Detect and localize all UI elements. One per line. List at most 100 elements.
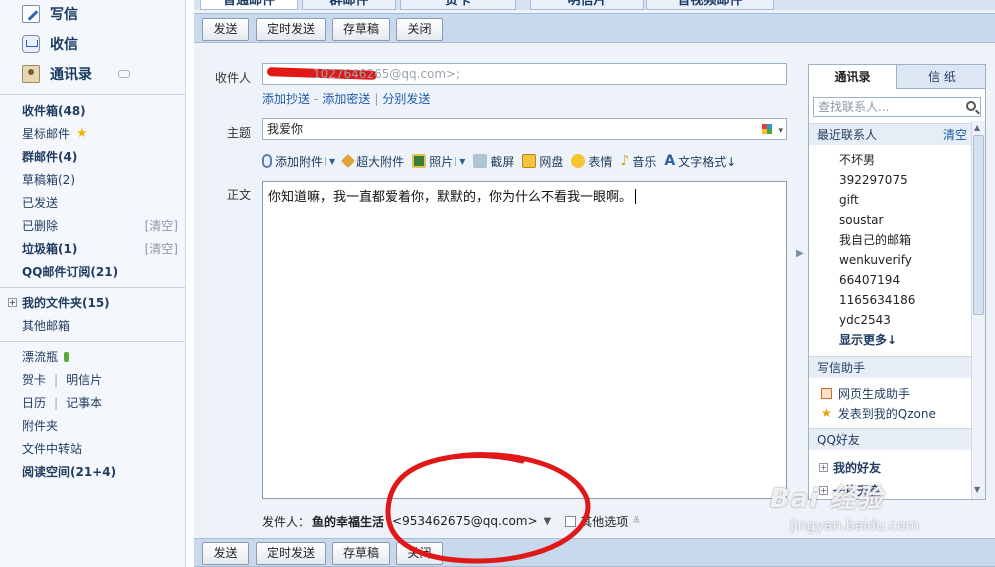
add-bcc-link[interactable]: 添加密送	[322, 92, 370, 106]
sender-email-select[interactable]: <953462675@qq.com>	[392, 514, 538, 528]
scheduled-send-button-bottom[interactable]: 定时发送	[256, 542, 326, 565]
drift-bottle[interactable]: 漂流瓶	[22, 347, 182, 367]
save-draft-button-bottom[interactable]: 存草稿	[332, 542, 390, 565]
separator: |	[54, 373, 59, 387]
color-palette-icon[interactable]	[762, 124, 772, 134]
clear-recent-link[interactable]: 清空	[943, 124, 967, 146]
chevron-down-icon[interactable]: ▾	[778, 121, 783, 141]
star-icon: ★	[821, 406, 832, 420]
text-format-icon: A	[664, 153, 676, 169]
save-draft-button[interactable]: 存草稿	[332, 18, 390, 41]
folder-starred[interactable]: 星标邮件 ★	[22, 124, 182, 144]
folder-inbox[interactable]: 收件箱(48)	[22, 101, 182, 121]
tab-letterhead[interactable]: 信 纸	[897, 65, 985, 89]
recent-contacts-header: 最近联系人 清空	[809, 123, 973, 145]
friend-group-label: 我的好友	[833, 460, 882, 475]
address-book-button[interactable]: 通讯录	[22, 63, 130, 85]
send-button-bottom[interactable]: 发送	[202, 542, 249, 565]
tab-postcard[interactable]: 明信片	[530, 0, 644, 10]
toggle-panel-arrow-icon[interactable]: ▶	[796, 248, 804, 259]
contact-item[interactable]: gift	[839, 190, 859, 210]
contact-item[interactable]: soustar	[839, 210, 883, 230]
contact-item[interactable]: ydc2543	[839, 310, 891, 330]
tab-greeting-card[interactable]: 贺卡	[400, 0, 516, 10]
qzone-publish-link[interactable]: ★ 发表到我的Qzone	[821, 403, 936, 423]
top-toolbar: 发送 定时发送 存草稿 关闭	[194, 13, 995, 43]
contacts-scrollbar[interactable]: ▲ ▼	[971, 121, 985, 499]
close-button-bottom[interactable]: 关闭	[396, 542, 443, 565]
text-format-button[interactable]: A 文字格式↓	[664, 153, 736, 170]
contact-item[interactable]: wenkuverify	[839, 250, 912, 270]
scissors-icon	[473, 154, 488, 168]
tab-contacts[interactable]: 通讯录	[809, 65, 897, 89]
tab-av-mail[interactable]: 音视频邮件	[646, 0, 774, 10]
reading-space-label: 阅读空间(21+4)	[22, 465, 117, 479]
send-button[interactable]: 发送	[202, 18, 249, 41]
large-attachment-button[interactable]: 超大附件	[341, 153, 404, 170]
friend-group[interactable]: + 我的好友	[819, 457, 881, 477]
photo-button[interactable]: 照片 ▼	[412, 153, 465, 170]
attachments-folder[interactable]: 附件夹	[22, 416, 182, 436]
receive-mail-button[interactable]: 收信	[22, 33, 78, 55]
subject-input[interactable]: 我爱你 ▾	[262, 118, 787, 140]
paperclip-icon	[262, 154, 272, 168]
expand-icon[interactable]: +	[819, 462, 828, 472]
screenshot-button[interactable]: 截屏	[473, 153, 514, 170]
add-attachment-button[interactable]: 添加附件 ▼	[262, 153, 335, 170]
tab-group-mail[interactable]: 群邮件	[302, 0, 396, 10]
double-chevron-down-icon[interactable]: ≚	[632, 516, 640, 527]
scrollbar-thumb[interactable]	[973, 135, 984, 315]
reading-space[interactable]: 阅读空间(21+4)	[22, 462, 182, 482]
contact-card-icon	[22, 65, 40, 83]
music-button[interactable]: ♪ 音乐	[620, 153, 656, 170]
expand-icon[interactable]: +	[8, 298, 17, 307]
chat-bubble-icon[interactable]	[118, 70, 130, 78]
other-mailbox[interactable]: 其他邮箱	[22, 316, 182, 336]
calendar-link[interactable]: 日历	[22, 393, 46, 413]
recent-title: 最近联系人	[817, 128, 878, 142]
tab-normal-mail[interactable]: 普通邮件	[200, 0, 298, 10]
message-body-editor[interactable]: 你知道嘛，我一直都爱着你，默默的，你为什么不看我一眼啊。	[262, 181, 787, 499]
chevron-down-icon[interactable]: ▼	[455, 156, 465, 166]
write-mail-button[interactable]: 写信	[22, 3, 78, 25]
separator: |	[374, 92, 379, 106]
clear-spam-link[interactable]: [清空]	[145, 239, 178, 259]
file-transfer[interactable]: 文件中转站	[22, 439, 182, 459]
my-folders[interactable]: + 我的文件夹(15)	[8, 293, 182, 313]
contact-item[interactable]: 1165634186	[839, 290, 915, 310]
contact-item[interactable]: 66407194	[839, 270, 900, 290]
folder-sent[interactable]: 已发送	[22, 193, 182, 213]
folder-drafts[interactable]: 草稿箱(2)	[22, 170, 182, 190]
notebook-link[interactable]: 记事本	[66, 393, 102, 413]
greeting-card-link[interactable]: 贺卡	[22, 370, 46, 390]
contact-item[interactable]: 不坏男	[839, 150, 875, 170]
show-more-link[interactable]: 显示更多↓	[839, 330, 897, 350]
contact-item[interactable]: 392297075	[839, 170, 908, 190]
other-options-label[interactable]: 其他选项	[580, 513, 628, 530]
search-icon[interactable]	[966, 101, 976, 111]
web-page-helper-link[interactable]: 网页生成助手	[821, 383, 910, 403]
pencil-icon	[22, 5, 40, 23]
separate-send-link[interactable]: 分别发送	[382, 92, 430, 106]
folder-group-mail[interactable]: 群邮件(4)	[22, 147, 182, 167]
sender-label: 发件人：	[262, 514, 311, 529]
folder-deleted[interactable]: 已删除 [清空]	[22, 216, 182, 236]
chevron-down-icon[interactable]: ▼	[544, 516, 552, 527]
folder-label: QQ邮件订阅(21)	[22, 265, 119, 279]
scheduled-send-button[interactable]: 定时发送	[256, 18, 326, 41]
contact-item[interactable]: 我自己的邮箱	[839, 230, 911, 250]
contact-search-input[interactable]: 查找联系人...	[813, 97, 981, 117]
clear-deleted-link[interactable]: [清空]	[145, 216, 178, 236]
folder-subscriptions[interactable]: QQ邮件订阅(21)	[22, 262, 182, 282]
folder-spam[interactable]: 垃圾箱(1) [清空]	[22, 239, 182, 259]
scroll-up-icon[interactable]: ▲	[974, 123, 980, 132]
emoticon-button[interactable]: 表情	[571, 153, 612, 170]
postcard-link[interactable]: 明信片	[66, 370, 102, 390]
add-cc-link[interactable]: 添加抄送	[262, 92, 310, 106]
other-options-checkbox[interactable]	[565, 515, 577, 527]
to-input[interactable]: 1027646265@qq.com>;	[262, 63, 787, 85]
tool-label: 网盘	[539, 154, 564, 169]
close-button[interactable]: 关闭	[396, 18, 443, 41]
netdisk-button[interactable]: 网盘	[522, 153, 563, 170]
chevron-down-icon[interactable]: ▼	[325, 156, 335, 166]
